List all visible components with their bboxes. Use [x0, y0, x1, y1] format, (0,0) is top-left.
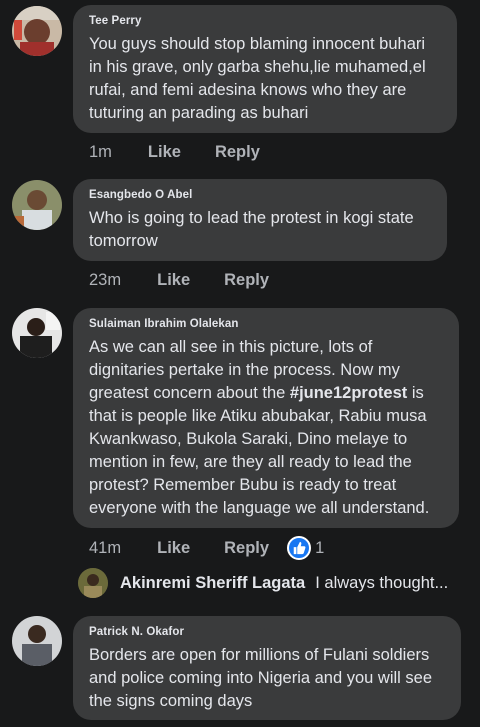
comment-actions: 1m Like Reply [89, 143, 260, 162]
comment-text: Borders are open for millions of Fulani … [89, 646, 433, 710]
comment-author[interactable]: Sulaiman Ibrahim Olalekan [89, 318, 443, 330]
like-button[interactable]: Like [157, 539, 190, 558]
avatar[interactable] [12, 180, 62, 230]
reply-preview[interactable]: Akinremi Sheriff Lagata I always thought… [78, 568, 448, 598]
comment-timestamp[interactable]: 41m [89, 539, 121, 558]
reply-button[interactable]: Reply [224, 271, 269, 290]
avatar-photo-icon [12, 6, 62, 56]
hashtag-link[interactable]: #june12protest [290, 384, 407, 402]
comment-timestamp[interactable]: 23m [89, 271, 121, 290]
comment-bubble: Sulaiman Ibrahim Olalekan As we can all … [73, 308, 459, 528]
comment-bubble: Patrick N. Okafor Borders are open for m… [73, 616, 461, 720]
avatar[interactable] [78, 568, 108, 598]
avatar[interactable] [12, 6, 62, 56]
avatar-photo-icon [78, 568, 108, 598]
reaction-summary[interactable]: 1 [287, 536, 324, 560]
comment-author[interactable]: Esangbedo O Abel [89, 189, 431, 201]
reply-button[interactable]: Reply [215, 143, 260, 162]
comment-text: You guys should stop blaming innocent bu… [89, 35, 426, 122]
comment-actions: 41m Like Reply 1 [89, 536, 324, 560]
avatar[interactable] [12, 308, 62, 358]
thumbs-up-icon [287, 536, 312, 560]
avatar-photo-icon [12, 308, 62, 358]
like-button[interactable]: Like [148, 143, 181, 162]
reaction-count: 1 [315, 538, 325, 557]
comment-text: Who is going to lead the protest in kogi… [89, 209, 414, 250]
comment-bubble: Esangbedo O Abel Who is going to lead th… [73, 179, 447, 261]
comment-actions: 23m Like Reply [89, 271, 269, 290]
comment-text: As we can all see in this picture, lots … [89, 338, 430, 517]
reply-author[interactable]: Akinremi Sheriff Lagata [120, 574, 305, 593]
comment-author[interactable]: Tee Perry [89, 15, 441, 27]
comment-timestamp[interactable]: 1m [89, 143, 112, 162]
like-button[interactable]: Like [157, 271, 190, 290]
reply-snippet: I always thought... [315, 573, 449, 592]
comment-author[interactable]: Patrick N. Okafor [89, 626, 445, 638]
reply-button[interactable]: Reply [224, 539, 269, 558]
comment-bubble: Tee Perry You guys should stop blaming i… [73, 5, 457, 133]
avatar[interactable] [12, 616, 62, 666]
avatar-photo-icon [12, 616, 62, 666]
avatar-photo-icon [12, 180, 62, 230]
